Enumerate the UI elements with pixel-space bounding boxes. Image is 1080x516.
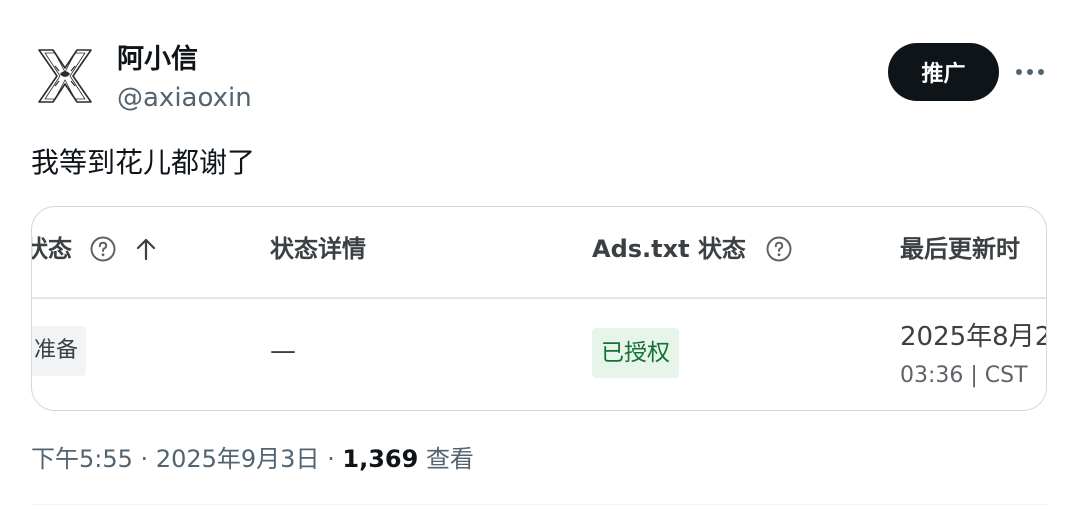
x-logo-avatar-icon xyxy=(38,49,92,103)
views-label: 查看 xyxy=(425,445,474,473)
status-chip: 准备 xyxy=(32,326,87,376)
tweet-date[interactable]: 2025年9月3日 xyxy=(156,445,320,473)
sort-ascending-arrow-icon[interactable] xyxy=(136,237,156,261)
more-dots-icon xyxy=(1016,69,1044,75)
column-header-last-updated: 最后更新时 xyxy=(900,235,1020,263)
tweet-media-image[interactable]: 状态 状态详情 Ads.txt 状态 最后更新时 准备 — 已授权 2025年8… xyxy=(31,206,1047,411)
column-header-ads-txt-status: Ads.txt 状态 xyxy=(592,235,746,263)
column-header-status: 状态 xyxy=(32,235,72,263)
author-display-name[interactable]: 阿小信 xyxy=(117,42,198,78)
meta-separator: · xyxy=(327,445,335,473)
meta-separator: · xyxy=(140,445,149,473)
table-row: 准备 — 已授权 2025年8月2 03:36 | CST xyxy=(32,299,1046,410)
promote-button[interactable]: 推广 xyxy=(888,43,999,101)
divider xyxy=(31,504,1049,505)
ads-txt-authorized-chip: 已授权 xyxy=(592,328,679,378)
table-header-row: 状态 状态详情 Ads.txt 状态 最后更新时 xyxy=(32,207,1046,299)
author-avatar[interactable] xyxy=(33,44,97,108)
more-options-button[interactable] xyxy=(1012,56,1048,88)
last-updated-date: 2025年8月2 xyxy=(900,322,1047,352)
help-circle-icon xyxy=(766,236,792,262)
status-detail-value: — xyxy=(270,336,296,366)
tweet-text: 我等到花儿都谢了 xyxy=(31,146,256,179)
last-updated-time: 03:36 | CST xyxy=(900,363,1028,388)
views-count: 1,369 xyxy=(342,445,419,473)
tweet-time[interactable]: 下午5:55 xyxy=(31,445,133,473)
tweet-meta: 下午5:55 · 2025年9月3日 · 1,369 查看 xyxy=(31,442,474,476)
column-header-status-detail: 状态详情 xyxy=(270,235,366,263)
author-handle[interactable]: @axiaoxin xyxy=(117,81,252,115)
help-circle-icon xyxy=(90,236,116,262)
